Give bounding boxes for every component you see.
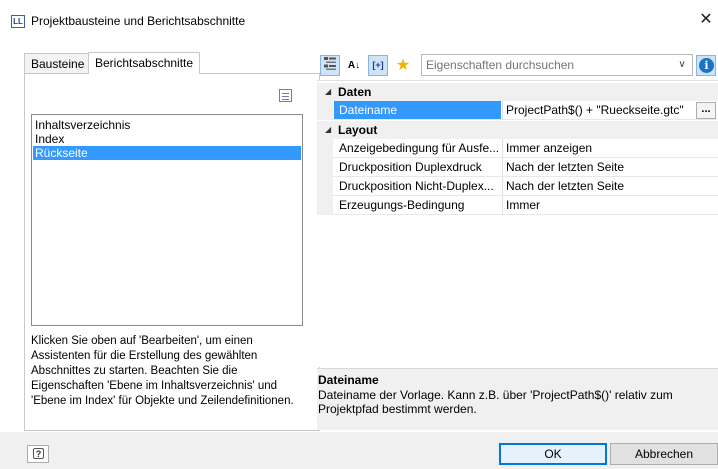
property-name: Druckposition Duplexdruck: [339, 160, 482, 174]
list-item-rueckseite[interactable]: Rückseite: [33, 146, 301, 160]
expand-icon: [+]: [372, 60, 384, 70]
description-panel: Dateiname Dateiname der Vorlage. Kann z.…: [317, 368, 718, 430]
property-value[interactable]: Nach der letzten Seite: [502, 177, 718, 195]
cancel-button[interactable]: Abbrechen: [610, 443, 718, 465]
help-text: Klicken Sie oben auf 'Bearbeiten', um ei…: [31, 335, 294, 407]
tab-bausteine[interactable]: Bausteine: [24, 53, 89, 73]
alphabetical-sort-button[interactable]: A↓: [344, 55, 364, 76]
collapse-icon[interactable]: ◢: [325, 83, 331, 101]
categorized-view-button[interactable]: [320, 55, 340, 76]
close-button[interactable]: ✕: [698, 10, 714, 30]
property-value[interactable]: Nach der letzten Seite: [502, 158, 718, 176]
list-item-inhaltsverzeichnis[interactable]: Inhaltsverzeichnis: [33, 118, 301, 132]
section-list[interactable]: Inhaltsverzeichnis Index Rückseite: [31, 114, 303, 326]
list-options-icon[interactable]: [279, 89, 292, 102]
property-row-anzeigebedingung[interactable]: Anzeigebedingung für Ausfe... Immer anze…: [317, 139, 718, 158]
property-row-dateiname[interactable]: Dateiname ProjectPath$() + "Rueckseite.g…: [317, 101, 718, 120]
description-title: Dateiname: [318, 373, 379, 387]
property-name: Druckposition Nicht-Duplex...: [339, 179, 494, 193]
description-text: Dateiname der Vorlage. Kann z.B. über 'P…: [318, 388, 673, 416]
expand-all-button[interactable]: [+]: [368, 55, 388, 76]
property-value[interactable]: Immer: [502, 196, 718, 214]
category-daten[interactable]: ◢ Daten: [317, 83, 718, 101]
property-grid: ◢ Daten Dateiname ProjectPath$() + "Ruec…: [317, 80, 718, 367]
property-name: Dateiname: [334, 101, 501, 119]
list-item-index[interactable]: Index: [33, 132, 301, 146]
categorized-view-icon: [324, 57, 336, 70]
window-title: Projektbausteine und Berichtsabschnitte: [31, 14, 246, 28]
star-icon: ★: [395, 57, 411, 74]
property-row-druckposition-duplex[interactable]: Druckposition Duplexdruck Nach der letzt…: [317, 158, 718, 177]
favorites-button[interactable]: ★: [393, 55, 413, 76]
chevron-down-icon[interactable]: ∨: [676, 58, 688, 72]
browse-ellipsis-button[interactable]: ...: [696, 102, 716, 119]
property-name: Erzeugungs-Bedingung: [339, 198, 465, 212]
help-button[interactable]: ?: [27, 445, 49, 463]
category-label: Layout: [338, 123, 378, 137]
property-row-erzeugungs-bedingung[interactable]: Erzeugungs-Bedingung Immer: [317, 196, 718, 215]
property-search-input[interactable]: [426, 57, 672, 73]
tab-berichtsabschnitte[interactable]: Berichtsabschnitte: [88, 52, 200, 74]
ok-button[interactable]: OK: [499, 443, 607, 465]
sort-alpha-icon: A↓: [347, 60, 361, 71]
property-value[interactable]: ProjectPath$() + "Rueckseite.gtc" ...: [502, 101, 718, 119]
info-icon: i: [699, 58, 714, 73]
app-icon: LL: [11, 15, 25, 28]
category-label: Daten: [338, 85, 372, 99]
info-button[interactable]: i: [696, 55, 716, 76]
property-value[interactable]: Immer anzeigen: [502, 139, 718, 157]
help-icon: ?: [33, 448, 44, 459]
property-value-text: ProjectPath$() + "Rueckseite.gtc": [506, 103, 684, 117]
category-layout[interactable]: ◢ Layout: [317, 121, 718, 139]
property-name: Anzeigebedingung für Ausfe...: [339, 141, 500, 155]
property-row-druckposition-nicht-duplex[interactable]: Druckposition Nicht-Duplex... Nach der l…: [317, 177, 718, 196]
collapse-icon[interactable]: ◢: [325, 121, 331, 139]
property-search-box[interactable]: ∨: [421, 54, 693, 76]
